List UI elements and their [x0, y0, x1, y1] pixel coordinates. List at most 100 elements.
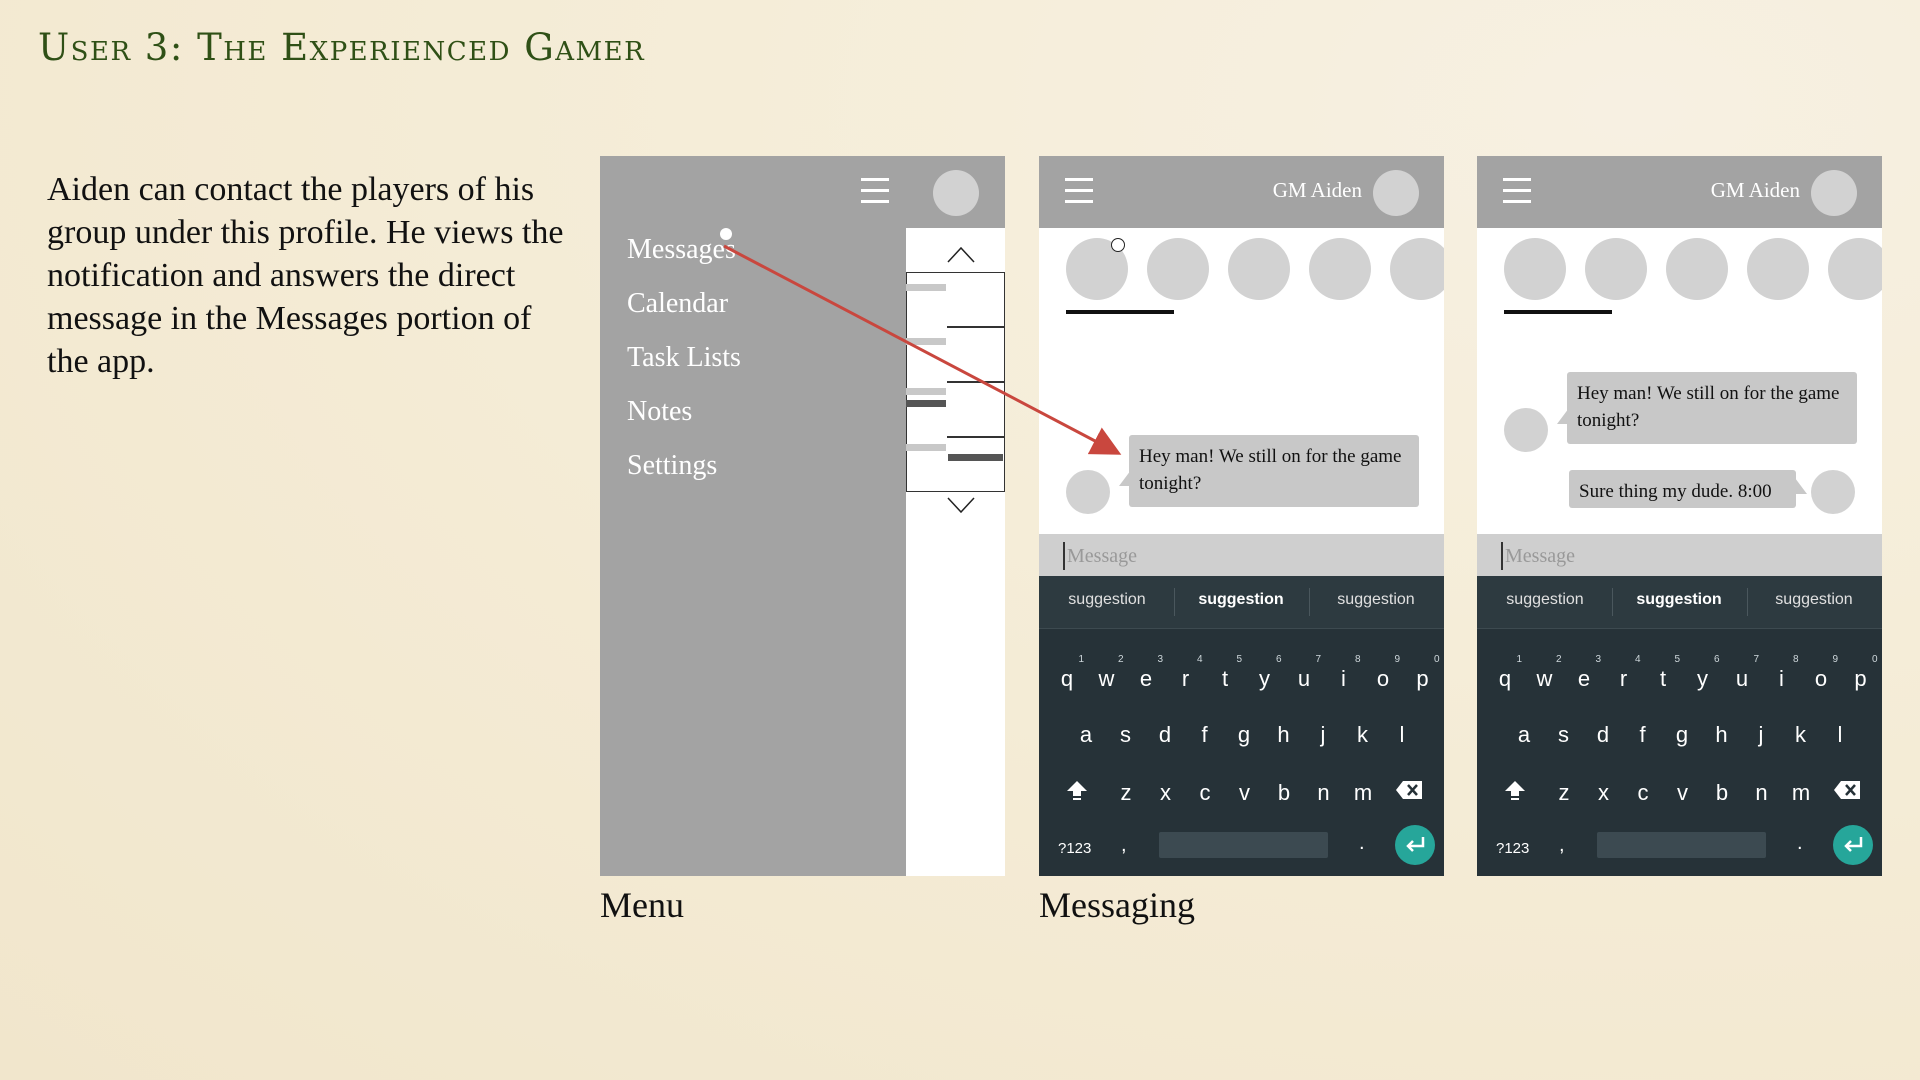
key-p[interactable]: p0 — [1408, 654, 1439, 692]
contact-avatar[interactable] — [1666, 238, 1728, 300]
key-q[interactable]: q1 — [1490, 654, 1522, 692]
suggestion-center[interactable]: suggestion — [1614, 591, 1744, 609]
suggestion-left[interactable]: suggestion — [1042, 591, 1172, 609]
shift-icon[interactable] — [1065, 778, 1089, 802]
key-o[interactable]: o9 — [1806, 654, 1838, 692]
chevron-down-icon[interactable] — [946, 496, 976, 516]
key-number-hint: 0 — [1871, 654, 1878, 665]
key-u[interactable]: u7 — [1289, 654, 1321, 692]
key-d[interactable]: d — [1150, 722, 1180, 748]
space-bar[interactable] — [1597, 832, 1766, 858]
key-g[interactable]: g — [1229, 722, 1259, 748]
key-m[interactable]: m — [1786, 780, 1816, 806]
contact-avatar[interactable] — [1828, 238, 1882, 300]
key-i[interactable]: i8 — [1329, 654, 1360, 692]
key-x[interactable]: x — [1151, 780, 1181, 806]
contact-avatar[interactable] — [1585, 238, 1647, 300]
message-input[interactable] — [1063, 542, 1429, 570]
key-m[interactable]: m — [1348, 780, 1378, 806]
message-compose-bar — [1477, 534, 1882, 576]
key-r[interactable]: r4 — [1171, 654, 1203, 692]
symbols-key[interactable]: ?123 — [1496, 840, 1529, 857]
menu-item-calendar[interactable]: Calendar — [627, 288, 728, 320]
key-l[interactable]: l — [1387, 722, 1417, 748]
backspace-icon[interactable] — [1395, 780, 1423, 800]
key-f[interactable]: f — [1190, 722, 1220, 748]
key-b[interactable]: b — [1707, 780, 1737, 806]
shift-icon[interactable] — [1503, 778, 1527, 802]
key-t[interactable]: t5 — [1648, 654, 1680, 692]
menu-item-messages[interactable]: Messages — [627, 234, 736, 266]
key-a[interactable]: a — [1509, 722, 1539, 748]
key-k[interactable]: k — [1348, 722, 1378, 748]
menu-item-settings[interactable]: Settings — [627, 450, 717, 482]
contact-avatar[interactable] — [1309, 238, 1371, 300]
period-key[interactable]: . — [1359, 832, 1365, 855]
suggestion-center[interactable]: suggestion — [1176, 591, 1306, 609]
enter-key[interactable] — [1395, 825, 1435, 865]
menu-item-notes[interactable]: Notes — [627, 396, 692, 428]
key-f[interactable]: f — [1628, 722, 1658, 748]
key-v[interactable]: v — [1668, 780, 1698, 806]
period-key[interactable]: . — [1797, 832, 1803, 855]
symbols-key[interactable]: ?123 — [1058, 840, 1091, 857]
comma-key[interactable]: , — [1559, 834, 1565, 857]
key-i[interactable]: i8 — [1767, 654, 1798, 692]
suggestion-right[interactable]: suggestion — [1311, 591, 1441, 609]
profile-avatar[interactable] — [1811, 170, 1857, 216]
key-l[interactable]: l — [1825, 722, 1855, 748]
contact-avatar[interactable] — [1390, 238, 1444, 300]
key-j[interactable]: j — [1308, 722, 1338, 748]
key-z[interactable]: z — [1111, 780, 1141, 806]
key-q[interactable]: q1 — [1052, 654, 1084, 692]
key-j[interactable]: j — [1746, 722, 1776, 748]
key-a[interactable]: a — [1071, 722, 1101, 748]
key-n[interactable]: n — [1747, 780, 1777, 806]
key-y[interactable]: y6 — [1250, 654, 1282, 692]
space-bar[interactable] — [1159, 832, 1328, 858]
key-v[interactable]: v — [1230, 780, 1260, 806]
key-s[interactable]: s — [1549, 722, 1579, 748]
key-s[interactable]: s — [1111, 722, 1141, 748]
key-b[interactable]: b — [1269, 780, 1299, 806]
key-h[interactable]: h — [1269, 722, 1299, 748]
suggestion-divider — [1174, 588, 1175, 616]
suggestion-left[interactable]: suggestion — [1480, 591, 1610, 609]
key-c[interactable]: c — [1628, 780, 1658, 806]
comma-key[interactable]: , — [1121, 834, 1127, 857]
profile-avatar[interactable] — [1373, 170, 1419, 216]
hamburger-menu-icon[interactable] — [1503, 178, 1531, 204]
menu-item-task-lists[interactable]: Task Lists — [627, 342, 741, 374]
chevron-up-icon[interactable] — [946, 244, 976, 264]
contact-avatar[interactable] — [1147, 238, 1209, 300]
key-k[interactable]: k — [1786, 722, 1816, 748]
hamburger-menu-icon[interactable] — [1065, 178, 1093, 204]
key-o[interactable]: o9 — [1368, 654, 1400, 692]
enter-key[interactable] — [1833, 825, 1873, 865]
profile-avatar[interactable] — [933, 170, 979, 216]
contact-avatar[interactable] — [1228, 238, 1290, 300]
key-t[interactable]: t5 — [1210, 654, 1242, 692]
key-w[interactable]: w2 — [1092, 654, 1124, 692]
key-c[interactable]: c — [1190, 780, 1220, 806]
key-e[interactable]: e3 — [1131, 654, 1163, 692]
key-p[interactable]: p0 — [1846, 654, 1877, 692]
key-u[interactable]: u7 — [1727, 654, 1759, 692]
key-d[interactable]: d — [1588, 722, 1618, 748]
key-w[interactable]: w2 — [1530, 654, 1562, 692]
key-y[interactable]: y6 — [1688, 654, 1720, 692]
backspace-icon[interactable] — [1833, 780, 1861, 800]
notification-dot — [720, 228, 732, 240]
key-z[interactable]: z — [1549, 780, 1579, 806]
message-input[interactable] — [1501, 542, 1867, 570]
key-n[interactable]: n — [1309, 780, 1339, 806]
key-x[interactable]: x — [1589, 780, 1619, 806]
suggestion-right[interactable]: suggestion — [1749, 591, 1879, 609]
hamburger-menu-icon[interactable] — [861, 178, 889, 204]
key-h[interactable]: h — [1707, 722, 1737, 748]
key-e[interactable]: e3 — [1569, 654, 1601, 692]
key-g[interactable]: g — [1667, 722, 1697, 748]
key-r[interactable]: r4 — [1609, 654, 1641, 692]
contact-avatar[interactable] — [1504, 238, 1566, 300]
contact-avatar[interactable] — [1747, 238, 1809, 300]
